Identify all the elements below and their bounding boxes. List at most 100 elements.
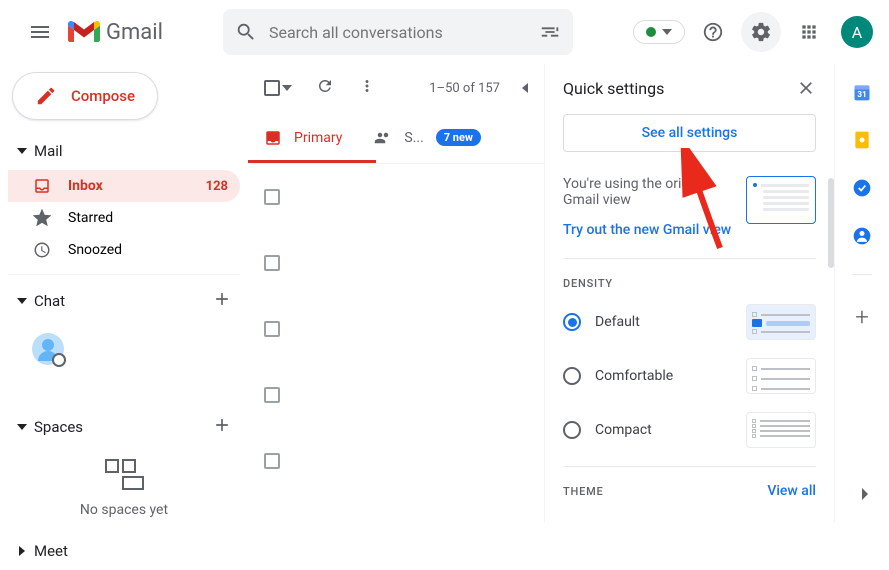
- no-spaces-text: No spaces yet: [8, 502, 240, 518]
- radio-unchecked[interactable]: [563, 421, 581, 439]
- theme-section: THEME View all: [563, 466, 816, 499]
- email-row[interactable]: [248, 230, 544, 296]
- search-options-icon[interactable]: [539, 21, 561, 43]
- radio-unchecked[interactable]: [563, 367, 581, 385]
- caret-right-icon: [16, 545, 28, 557]
- email-checkbox[interactable]: [264, 189, 280, 205]
- spaces-empty-state: No spaces yet: [8, 449, 240, 528]
- settings-button[interactable]: [741, 12, 781, 52]
- try-new-view-link[interactable]: Try out the new Gmail view: [563, 222, 734, 238]
- see-all-settings-button[interactable]: See all settings: [563, 114, 816, 152]
- select-all-checkbox[interactable]: [264, 80, 292, 96]
- star-icon: [32, 209, 52, 227]
- active-status-dot: [646, 27, 656, 37]
- compose-button[interactable]: Compose: [12, 72, 158, 120]
- people-icon: [374, 129, 392, 147]
- radio-checked[interactable]: [563, 313, 581, 331]
- caret-down-icon: [16, 421, 28, 433]
- gear-icon: [750, 21, 772, 43]
- apps-button[interactable]: [789, 12, 829, 52]
- email-row[interactable]: [248, 296, 544, 362]
- search-icon: [235, 21, 257, 43]
- hamburger-icon: [28, 20, 52, 44]
- tab-primary[interactable]: Primary: [248, 112, 358, 163]
- add-space-button[interactable]: [212, 415, 232, 439]
- more-button[interactable]: [358, 77, 376, 99]
- sidebar: Compose Mail Inbox 128 Starred Snoozed C…: [0, 64, 248, 522]
- side-panel: 31 +: [835, 64, 889, 522]
- spaces-section-header[interactable]: Spaces: [8, 405, 240, 449]
- tasks-icon[interactable]: [852, 178, 872, 198]
- refresh-icon: [316, 77, 334, 95]
- email-checkbox[interactable]: [264, 255, 280, 271]
- density-option-comfortable[interactable]: Comfortable: [563, 358, 816, 394]
- sidebar-item-snoozed[interactable]: Snoozed: [8, 234, 240, 266]
- quick-settings-panel: Quick settings See all settings You're u…: [545, 64, 835, 522]
- email-checkbox[interactable]: [264, 321, 280, 337]
- clock-icon: [32, 241, 52, 259]
- support-button[interactable]: [693, 12, 733, 52]
- density-preview-compact: [746, 412, 816, 448]
- caret-down-icon: [16, 295, 28, 307]
- calendar-icon[interactable]: 31: [852, 82, 872, 102]
- panel-title: Quick settings: [563, 79, 664, 98]
- expand-panel-button[interactable]: [856, 486, 872, 502]
- scrollbar[interactable]: [828, 178, 834, 268]
- header: Gmail A: [0, 0, 889, 64]
- spaces-label: Spaces: [34, 418, 212, 436]
- view-preview: [746, 176, 816, 224]
- contacts-icon[interactable]: [852, 226, 872, 246]
- density-preview-default: [746, 304, 816, 340]
- keep-icon[interactable]: [852, 130, 872, 150]
- refresh-button[interactable]: [316, 77, 334, 99]
- mail-section-header[interactable]: Mail: [8, 132, 240, 170]
- density-option-default[interactable]: Default: [563, 304, 816, 340]
- add-addon-button[interactable]: +: [855, 303, 869, 331]
- email-row[interactable]: [248, 164, 544, 230]
- gmail-icon: [68, 20, 100, 44]
- inbox-icon: [264, 129, 282, 147]
- sidebar-item-inbox[interactable]: Inbox 128: [8, 170, 240, 202]
- mail-label: Mail: [34, 142, 232, 160]
- account-avatar[interactable]: A: [841, 16, 873, 48]
- chevron-down-icon: [282, 85, 292, 91]
- apps-grid-icon: [799, 22, 819, 42]
- chat-contact-avatar[interactable]: [32, 333, 64, 365]
- density-option-compact[interactable]: Compact: [563, 412, 816, 448]
- gmail-logo[interactable]: Gmail: [68, 20, 163, 45]
- chevron-down-icon: [662, 29, 672, 35]
- main-menu-button[interactable]: [16, 8, 64, 56]
- density-section-label: DENSITY: [563, 277, 816, 290]
- caret-down-icon: [16, 145, 28, 157]
- content-area: 1–50 of 157 Primary S... 7 new: [248, 64, 545, 522]
- add-chat-button[interactable]: [212, 289, 232, 313]
- help-icon: [702, 21, 724, 43]
- gmail-text: Gmail: [106, 20, 163, 45]
- chat-section-header[interactable]: Chat: [8, 274, 240, 323]
- theme-label: THEME: [563, 485, 604, 498]
- meet-section-header[interactable]: Meet: [8, 532, 240, 570]
- view-all-themes-link[interactable]: View all: [767, 483, 816, 499]
- new-badge: 7 new: [436, 129, 481, 146]
- svg-text:31: 31: [857, 90, 867, 100]
- search-bar[interactable]: [223, 9, 573, 55]
- toolbar: 1–50 of 157: [248, 64, 544, 112]
- chat-label: Chat: [34, 292, 212, 310]
- pencil-icon: [35, 85, 57, 107]
- compose-label: Compose: [71, 87, 135, 105]
- more-vert-icon: [358, 77, 376, 95]
- prev-page-button[interactable]: [518, 81, 528, 95]
- pagination: 1–50 of 157: [429, 81, 528, 96]
- tab-social[interactable]: S... 7 new: [358, 112, 497, 163]
- status-chip[interactable]: [633, 20, 685, 44]
- email-row[interactable]: [248, 362, 544, 428]
- header-right: A: [633, 12, 873, 52]
- email-checkbox[interactable]: [264, 453, 280, 469]
- email-row[interactable]: [248, 428, 544, 494]
- email-checkbox[interactable]: [264, 387, 280, 403]
- spaces-icon: [8, 459, 240, 490]
- search-input[interactable]: [269, 23, 539, 42]
- sidebar-item-starred[interactable]: Starred: [8, 202, 240, 234]
- close-button[interactable]: [796, 78, 816, 98]
- view-notice: You're using the original Gmail view Try…: [563, 176, 816, 259]
